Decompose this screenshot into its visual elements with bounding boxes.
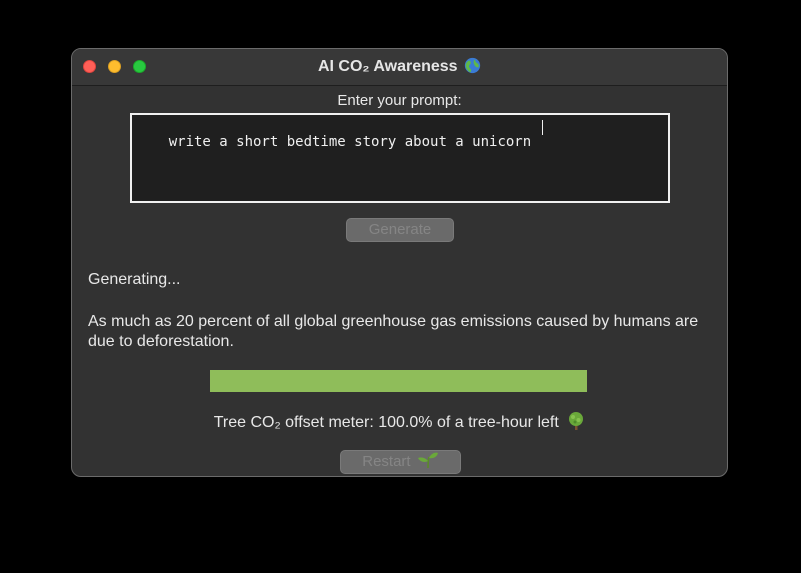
status-text: Generating... — [88, 271, 181, 288]
sprout-icon — [417, 452, 438, 469]
prompt-text: write a short bedtime story about a unic… — [168, 134, 532, 150]
fact-text: As much as 20 percent of all global gree… — [88, 313, 699, 350]
offset-meter-label: Tree CO₂ offset meter: 100.0% of a tree-… — [213, 414, 559, 431]
prompt-textarea[interactable]: write a short bedtime story about a unic… — [130, 113, 670, 203]
window-title-text: AI CO₂ Awareness — [317, 58, 458, 75]
window-title: AI CO₂ Awareness — [72, 49, 727, 85]
restart-button-label: Restart — [362, 453, 411, 470]
offset-progress-bar — [210, 370, 587, 392]
title-bar[interactable]: AI CO₂ Awareness — [72, 49, 727, 86]
progress-fill — [210, 370, 587, 392]
offset-meter: Tree CO₂ offset meter: 100.0% of a tree-… — [72, 411, 727, 432]
restart-button[interactable]: Restart — [340, 450, 461, 474]
prompt-label: Enter your prompt: — [337, 92, 462, 109]
tree-icon — [569, 412, 584, 430]
globe-icon — [464, 57, 481, 74]
app-window: AI CO₂ Awareness Enter your prompt: writ… — [71, 48, 728, 477]
text-caret — [542, 120, 543, 135]
generate-button[interactable]: Generate — [346, 218, 454, 242]
